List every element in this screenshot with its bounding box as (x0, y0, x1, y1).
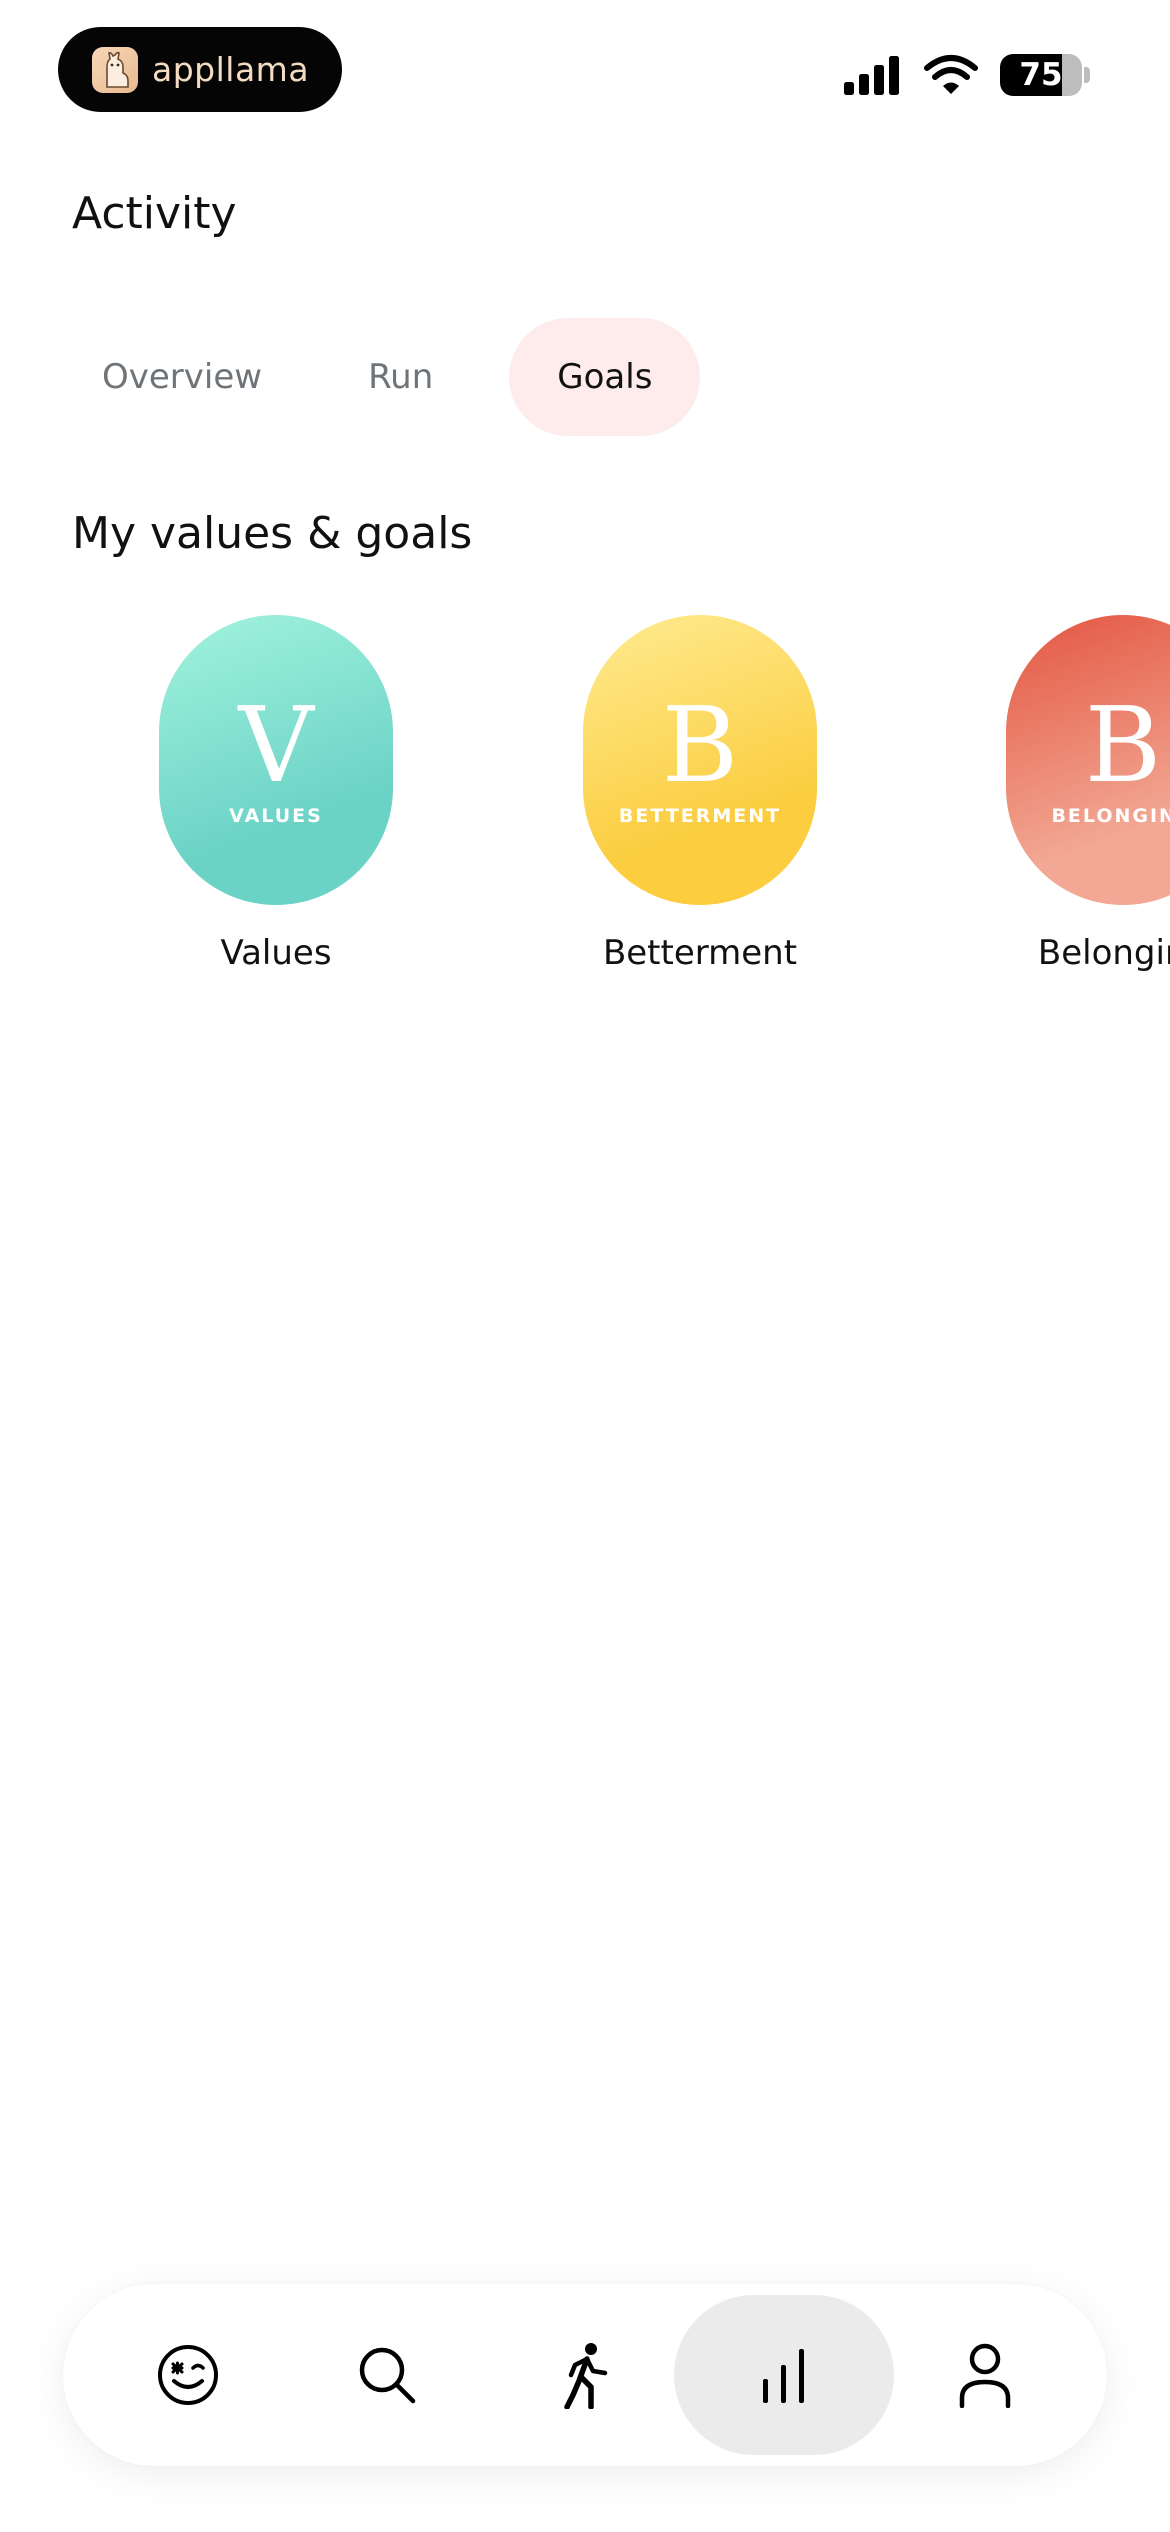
battery-cap (1084, 67, 1090, 83)
bar-chart-icon (763, 2349, 804, 2403)
running-person-icon (564, 2343, 608, 2409)
status-icons: 75 (842, 50, 1090, 100)
tab-overview[interactable]: Overview (72, 318, 292, 436)
wink-face-icon (158, 2345, 218, 2405)
brand-pill: appllama (58, 27, 342, 112)
card-label: Betterment (602, 933, 798, 973)
wifi-icon (924, 55, 978, 94)
betterment-badge: B BETTERMENT (583, 615, 817, 905)
tab-goals[interactable]: Goals (509, 318, 701, 436)
nav-item-run[interactable] (475, 2295, 695, 2455)
tab-bar: Overview Run Goals (72, 318, 701, 436)
badge-letter: V (238, 684, 314, 806)
badge-letter: B (661, 684, 739, 806)
nav-item-wink[interactable] (78, 2295, 298, 2455)
nav-item-profile[interactable] (875, 2295, 1095, 2455)
values-badge: V VALUES (159, 615, 393, 905)
badge-caption: VALUES (229, 805, 323, 827)
search-icon (359, 2347, 416, 2404)
card-label: Belonging (1037, 933, 1170, 973)
llama-logo-icon (92, 46, 138, 93)
battery-percentage: 75 (1019, 57, 1063, 93)
belonging-badge: B BELONGING (1006, 615, 1170, 905)
bottom-nav-bar (63, 2284, 1107, 2466)
page-title: Activity (72, 188, 237, 239)
card-label: Values (220, 933, 332, 973)
goal-card-values[interactable]: V VALUES Values (116, 615, 436, 973)
badge-caption: BELONGING (1051, 805, 1170, 827)
cellular-signal-icon (844, 56, 899, 95)
brand-name: appllama (152, 50, 310, 89)
badge-caption: BETTERMENT (618, 805, 782, 827)
section-title: My values & goals (72, 508, 473, 559)
goal-card-betterment[interactable]: B BETTERMENT Betterment (540, 615, 860, 973)
nav-item-search[interactable] (277, 2295, 497, 2455)
tab-run[interactable]: Run (338, 318, 463, 436)
goal-card-belonging[interactable]: B BELONGING Belonging (963, 615, 1170, 973)
nav-item-activity[interactable] (674, 2295, 894, 2455)
battery-indicator: 75 (1000, 54, 1082, 96)
badge-letter: B (1084, 684, 1162, 806)
person-icon (959, 2343, 1011, 2408)
